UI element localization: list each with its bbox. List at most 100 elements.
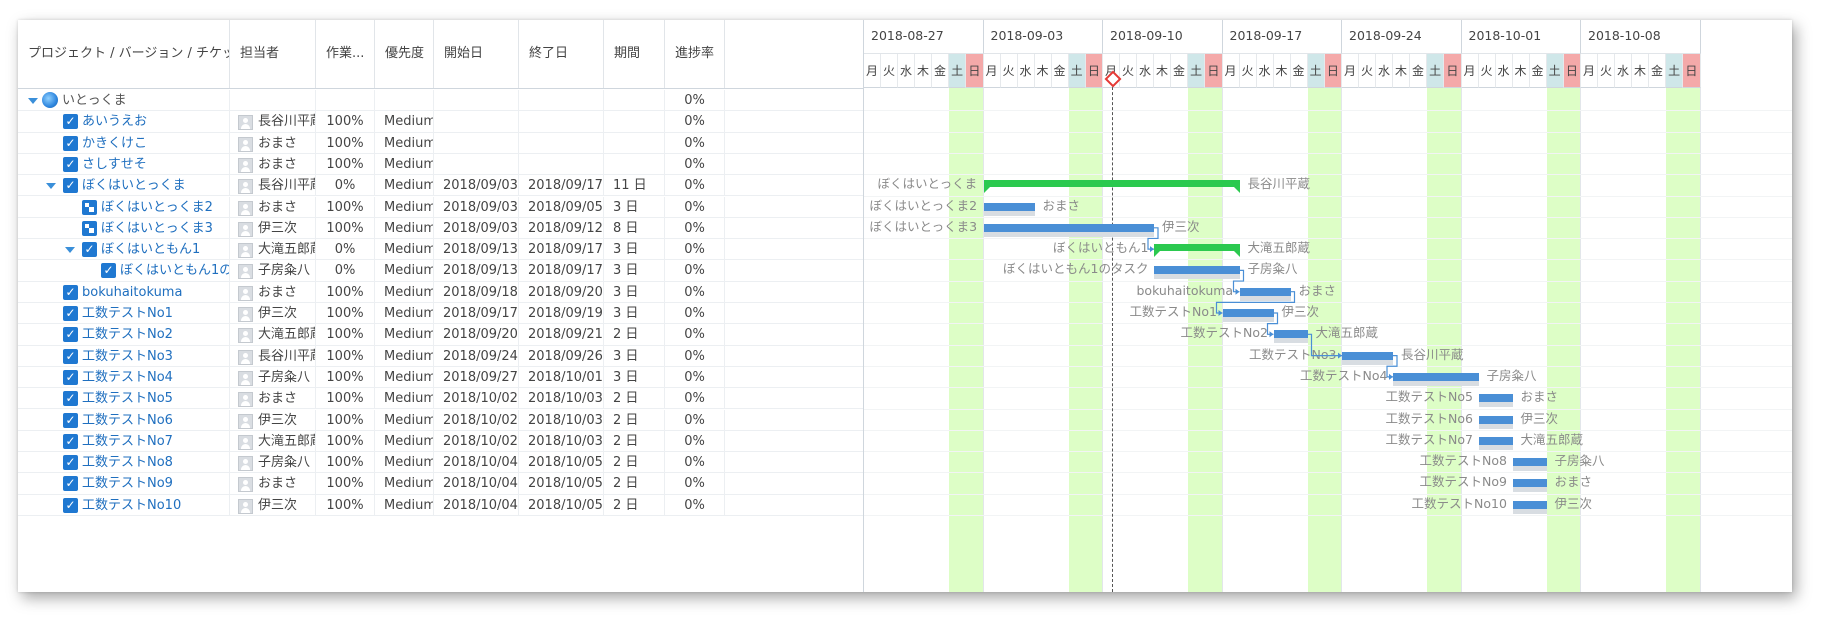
table-row[interactable]: ✓工数テストNo3 長谷川平蔵100%Medium2018/09/242018/0…: [18, 345, 863, 367]
table-row[interactable]: ✓ かきくけこ おまさ 100% Medium 0%: [18, 132, 863, 154]
collapse-caret-icon[interactable]: [46, 183, 56, 190]
column-header-start[interactable]: 開始日: [434, 20, 519, 88]
task-name-link[interactable]: 工数テストNo3: [82, 346, 173, 367]
task-name-link[interactable]: 工数テストNo10: [82, 495, 181, 516]
table-row[interactable]: ✓ 工数テストNo4 子房粂八 100% Medium 2018/09/27 2018/10…: [18, 366, 863, 389]
link-arrow-icon: [1389, 373, 1393, 380]
task-name-cell: いとっくま: [18, 90, 230, 112]
table-row[interactable]: ✓ bokuhaitokuma おまさ 100% Medium 2018/09/18 201…: [18, 281, 863, 303]
column-header-progress[interactable]: 進捗率: [665, 20, 725, 88]
user-avatar-icon: [238, 349, 253, 365]
link-arrow-icon: [1338, 352, 1342, 359]
column-header-assignee[interactable]: 担当者: [230, 20, 316, 88]
table-row[interactable]: ✓ 工数テストNo10 伊三次 100% Medium 2018/10/04 2018/10…: [18, 494, 863, 516]
task-name-link[interactable]: ぼくはいともん1: [101, 239, 200, 260]
collapse-caret-icon[interactable]: [28, 98, 38, 104]
table-row[interactable]: ✓ 工数テストNo1 伊三次 100% Medium 2018/09/17 2018/09/…: [18, 303, 863, 325]
table-row[interactable]: ✓工数テストNo7 大滝五郎蔵100%Medium2018/10/022018/1…: [18, 430, 863, 453]
link-arrow-icon: [1150, 246, 1154, 253]
task-checkbox-icon[interactable]: ✓: [63, 284, 78, 300]
task-name-link[interactable]: bokuhaitokuma: [82, 282, 182, 303]
assignee-name: 伊三次: [258, 220, 298, 236]
dependency-link[interactable]: [1386, 355, 1398, 378]
end-date-cell: 2018/09/17: [519, 239, 604, 261]
dependency-link[interactable]: [1215, 291, 1296, 314]
table-row[interactable]: ✓ 工数テストNo6 伊三次 100% Medium 2018/10/02 2018/10/…: [18, 409, 863, 431]
task-checkbox-icon[interactable]: ✓: [63, 476, 78, 492]
collapse-caret-icon[interactable]: [65, 247, 75, 254]
task-checkbox-icon[interactable]: ✓: [63, 348, 78, 364]
task-name-link[interactable]: ぼくはいとっくま3: [101, 218, 213, 239]
task-name-link[interactable]: ぼくはいとっくま2: [101, 197, 213, 218]
task-name-link[interactable]: 工数テストNo4: [82, 367, 173, 388]
task-checkbox-icon[interactable]: ✓: [63, 391, 78, 407]
task-name-cell: ぼくはいとっくま3: [18, 217, 230, 240]
task-checkbox-icon[interactable]: ✓: [63, 114, 78, 130]
table-row[interactable]: ぼくはいとっくま2 おまさ 100% Medium 2018/09/03 2018/09/…: [18, 196, 863, 218]
table-row[interactable]: ✓ぼくはいともん1の...子房粂八0%Medium2018/09/132018/…: [18, 260, 863, 282]
work-cell: 100%: [316, 303, 375, 325]
task-checkbox-icon[interactable]: ✓: [63, 135, 78, 151]
table-row[interactable]: ✓工数テストNo2 大滝五郎蔵100%Medium2018/09/202018/0…: [18, 324, 863, 346]
column-header-duration[interactable]: 期間: [604, 20, 665, 88]
task-name-link[interactable]: 工数テストNo2: [82, 324, 173, 345]
dependency-link[interactable]: [1266, 312, 1279, 335]
task-checkbox-icon[interactable]: ✓: [63, 156, 78, 172]
column-header-end[interactable]: 終了日: [519, 20, 604, 88]
table-row[interactable]: ✓ 工数テストNo8 子房粂八 100% Medium 2018/10/04 2018/10…: [18, 452, 863, 474]
table-row[interactable]: ✓ぼくはいともん1大滝五郎蔵0%Medium2018/09/132018/09/…: [18, 239, 863, 261]
user-avatar-icon: [238, 328, 253, 344]
assignee-cell: 伊三次: [230, 303, 316, 325]
column-header-work[interactable]: 作業...: [316, 20, 375, 88]
start-date-cell: 2018/10/02: [434, 409, 519, 431]
task-name-link[interactable]: 工数テストNo7: [82, 431, 173, 452]
table-row[interactable]: ✓あいうえお 長谷川平蔵100%Medium 0%: [18, 111, 863, 133]
column-header-name[interactable]: プロジェクト / バージョン / チケット: [18, 20, 230, 88]
work-cell: 100%: [316, 281, 375, 303]
task-name-link[interactable]: ぼくはいともん1の...: [120, 260, 229, 281]
work-cell: 100%: [316, 196, 375, 218]
table-row[interactable]: ✓ 工数テストNo5 おまさ 100% Medium 2018/10/02 2018/10/…: [18, 388, 863, 410]
start-date-cell: [434, 111, 519, 133]
dependency-link[interactable]: [1307, 333, 1343, 357]
assignee-name: 大滝五郎蔵: [258, 433, 315, 449]
start-date-cell: 2018/09/03: [434, 217, 519, 240]
dependency-link[interactable]: [1232, 269, 1245, 293]
task-name-cell: ✓ 工数テストNo10: [18, 494, 230, 516]
task-name-link[interactable]: 工数テストNo9: [82, 473, 173, 494]
table-row[interactable]: ぼくはいとっくま3 伊三次 100% Medium 2018/09/03 2018/09/…: [18, 217, 863, 240]
table-row[interactable]: いとっくま 0%: [18, 90, 863, 112]
table-row[interactable]: ✓ 工数テストNo9 おまさ 100% Medium 2018/10/04 2018/10/…: [18, 473, 863, 495]
start-date-cell: 2018/09/24: [434, 345, 519, 367]
end-date-cell: 2018/10/03: [519, 430, 604, 453]
task-name-link[interactable]: かきくけこ: [82, 133, 147, 154]
table-row[interactable]: ✓ぼくはいとっくま長谷川平蔵0%Medium2018/09/032018/09/…: [18, 175, 863, 197]
task-checkbox-icon[interactable]: ✓: [101, 263, 116, 279]
task-checkbox-icon[interactable]: ✓: [63, 497, 78, 513]
task-checkbox-icon[interactable]: ✓: [63, 369, 78, 385]
table-row[interactable]: ✓ さしすせそ おまさ 100% Medium 0%: [18, 153, 863, 176]
task-name-link[interactable]: 工数テストNo8: [82, 452, 173, 473]
task-name-link[interactable]: 工数テストNo5: [82, 388, 173, 409]
task-checkbox-icon[interactable]: ✓: [63, 306, 78, 321]
task-name-cell: ✓ 工数テストNo9: [18, 473, 230, 495]
task-checkbox-icon[interactable]: ✓: [82, 242, 97, 258]
end-date-cell: [519, 132, 604, 154]
task-checkbox-icon[interactable]: ✓: [63, 178, 78, 194]
link-arrow-icon: [1235, 288, 1240, 295]
start-date-cell: 2018/09/03: [434, 175, 519, 197]
column-header-priority[interactable]: 優先度: [375, 20, 434, 88]
task-checkbox-icon[interactable]: ✓: [63, 412, 78, 428]
task-name-link[interactable]: いとっくま: [62, 90, 127, 111]
task-name-link[interactable]: ぼくはいとっくま: [82, 175, 186, 196]
task-checkbox-icon[interactable]: ✓: [63, 433, 78, 449]
task-name-link[interactable]: あいうえお: [82, 111, 147, 132]
start-date-cell: 2018/10/04: [434, 494, 519, 516]
task-checkbox-icon[interactable]: ✓: [63, 327, 78, 343]
task-name-link[interactable]: さしすせそ: [82, 154, 147, 175]
task-checkbox-icon[interactable]: ✓: [63, 455, 78, 471]
end-date-cell: 2018/09/21: [519, 324, 604, 346]
dependency-link[interactable]: [1147, 227, 1159, 250]
task-name-link[interactable]: 工数テストNo6: [82, 410, 173, 431]
task-name-link[interactable]: 工数テストNo1: [82, 303, 173, 324]
